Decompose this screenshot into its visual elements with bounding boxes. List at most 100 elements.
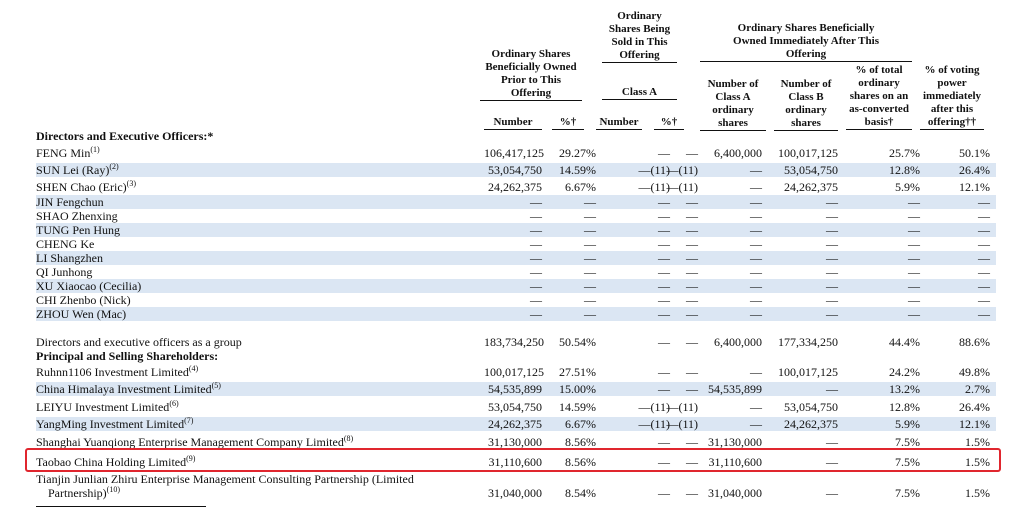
cell-a: 6,400,000 [714,335,762,349]
header-pct-prior: %† [552,116,584,130]
holder-name-text: YangMing Investment Limited [36,417,185,431]
cell-t: 5.9% [895,180,920,194]
cell-p: 50.54% [559,335,596,349]
cell-v: — [978,265,990,279]
cell-n: 53,054,750 [488,163,542,177]
cell-t: — [908,265,920,279]
cell-v: — [978,195,990,209]
cell-n: — [530,209,542,223]
cell-n: 54,535,899 [488,382,542,396]
holder-name-text: Principal and Selling Shareholders: [36,349,219,363]
cell-b: — [826,195,838,209]
cell-v: 50.1% [959,146,990,160]
header-sold-class-a: Class A [602,86,677,100]
cell-v: — [978,293,990,307]
holder-name-text: China Himalaya Investment Limited [36,382,212,396]
cell-t: 13.2% [889,382,920,396]
cell-sp: — [686,307,698,321]
table-row: SUN Lei (Ray)(2) 53,054,750 14.59% —(11) —(1… [36,163,996,177]
holder-name-text: TUNG Pen Hung [36,223,120,237]
table-row: ZHOU Wen (Mac) — — — — — — — — [36,307,996,321]
cell-v: 12.1% [959,417,990,431]
cell-a: 54,535,899 [708,382,762,396]
cell-p: 14.59% [559,400,596,414]
footnote-rule [36,506,206,507]
cell-n: — [530,265,542,279]
holder-name: JIN Fengchun [36,195,104,209]
cell-n: — [530,279,542,293]
cell-sp: —(11) [666,400,698,414]
holder-name-text: SUN Lei (Ray) [36,163,110,177]
cell-v: 2.7% [965,382,990,396]
table-row: QI Junhong — — — — — — — — [36,265,996,279]
cell-t: 12.8% [889,163,920,177]
footnote-ref: (7) [184,416,194,425]
holder-name-text: XU Xiaocao (Cecilia) [36,279,142,293]
cell-p: — [584,265,596,279]
cell-a: — [750,251,762,265]
cell-a: — [750,279,762,293]
cell-a: — [750,180,762,194]
holder-name-text: Tianjin Junlian Zhiru Enterprise Managem… [36,472,414,486]
cell-v: — [978,209,990,223]
cell-b: — [826,382,838,396]
table-row: FENG Min(1) 106,417,125 29.27% — —6,400,000 1… [36,145,996,161]
cell-p: — [584,223,596,237]
holder-name-text: SHEN Chao (Eric) [36,180,127,194]
holder-name-text: LEIYU Investment Limited [36,400,170,414]
holder-name: China Himalaya Investment Limited(5) [36,381,221,397]
cell-sp: —(11) [666,417,698,431]
cell-p: — [584,251,596,265]
table-row: XU Xiaocao (Cecilia) — — — — — — — — [36,279,996,293]
cell-sp: — [686,293,698,307]
cell-t: — [908,307,920,321]
cell-n: 31,130,000 [488,435,542,449]
footnote-ref: (3) [126,179,136,188]
cell-t: 5.9% [895,417,920,431]
table-row: JIN Fengchun — — — — — — — — [36,195,996,209]
cell-sp: — [686,195,698,209]
cell-sp: — [686,365,698,379]
table-row: TUNG Pen Hung — — — — — — — — [36,223,996,237]
cell-b: 53,054,750 [784,163,838,177]
holder-name-text: LI Shangzhen [36,251,103,265]
cell-a: 31,130,000 [708,435,762,449]
cell-b: — [826,237,838,251]
holder-name: CHI Zhenbo (Nick) [36,293,131,307]
footnote-ref: (5) [211,381,221,390]
footnote-ref: (6) [169,399,179,408]
cell-b: — [826,293,838,307]
holder-name-text: Directors and executive officers as a gr… [36,335,242,349]
cell-v: 1.5% [965,435,990,449]
table-row: Shanghai Yuanqiong Enterprise Management… [36,435,996,450]
cell-sp: —(11) [666,163,698,177]
holder-name: SHEN Chao (Eric)(3) [36,179,136,195]
cell-t: — [908,237,920,251]
header-total-pct: % of total ordinary shares on an as-conv… [846,64,912,130]
cell-p: 29.27% [559,146,596,160]
cell-b: 100,017,125 [778,146,838,160]
cell-p: — [584,209,596,223]
cell-n: 31,040,000 [488,486,542,500]
cell-b: 24,262,375 [784,417,838,431]
cell-t: 12.8% [889,400,920,414]
cell-b: — [826,251,838,265]
holder-name-text: JIN Fengchun [36,195,104,209]
holder-name-text: QI Junhong [36,265,93,279]
cell-v: — [978,279,990,293]
cell-p: 14.59% [559,163,596,177]
cell-a: — [750,163,762,177]
header-after-group: Ordinary Shares Beneficially Owned Immed… [700,22,912,62]
cell-n: 24,262,375 [488,180,542,194]
cell-n: — [530,293,542,307]
cell-n: 100,017,125 [484,365,544,379]
holder-name: Shanghai Yuanqiong Enterprise Management… [36,435,353,450]
cell-v: — [978,251,990,265]
cell-t: — [908,195,920,209]
holder-name: Directors and executive officers as a gr… [36,335,242,349]
footnote-ref: (1) [90,145,100,154]
holder-name-text: Directors and Executive Officers:* [36,129,214,143]
holder-name: ZHOU Wen (Mac) [36,307,126,321]
footnote-ref: (2) [109,162,119,171]
holder-name-text: CHENG Ke [36,237,95,251]
